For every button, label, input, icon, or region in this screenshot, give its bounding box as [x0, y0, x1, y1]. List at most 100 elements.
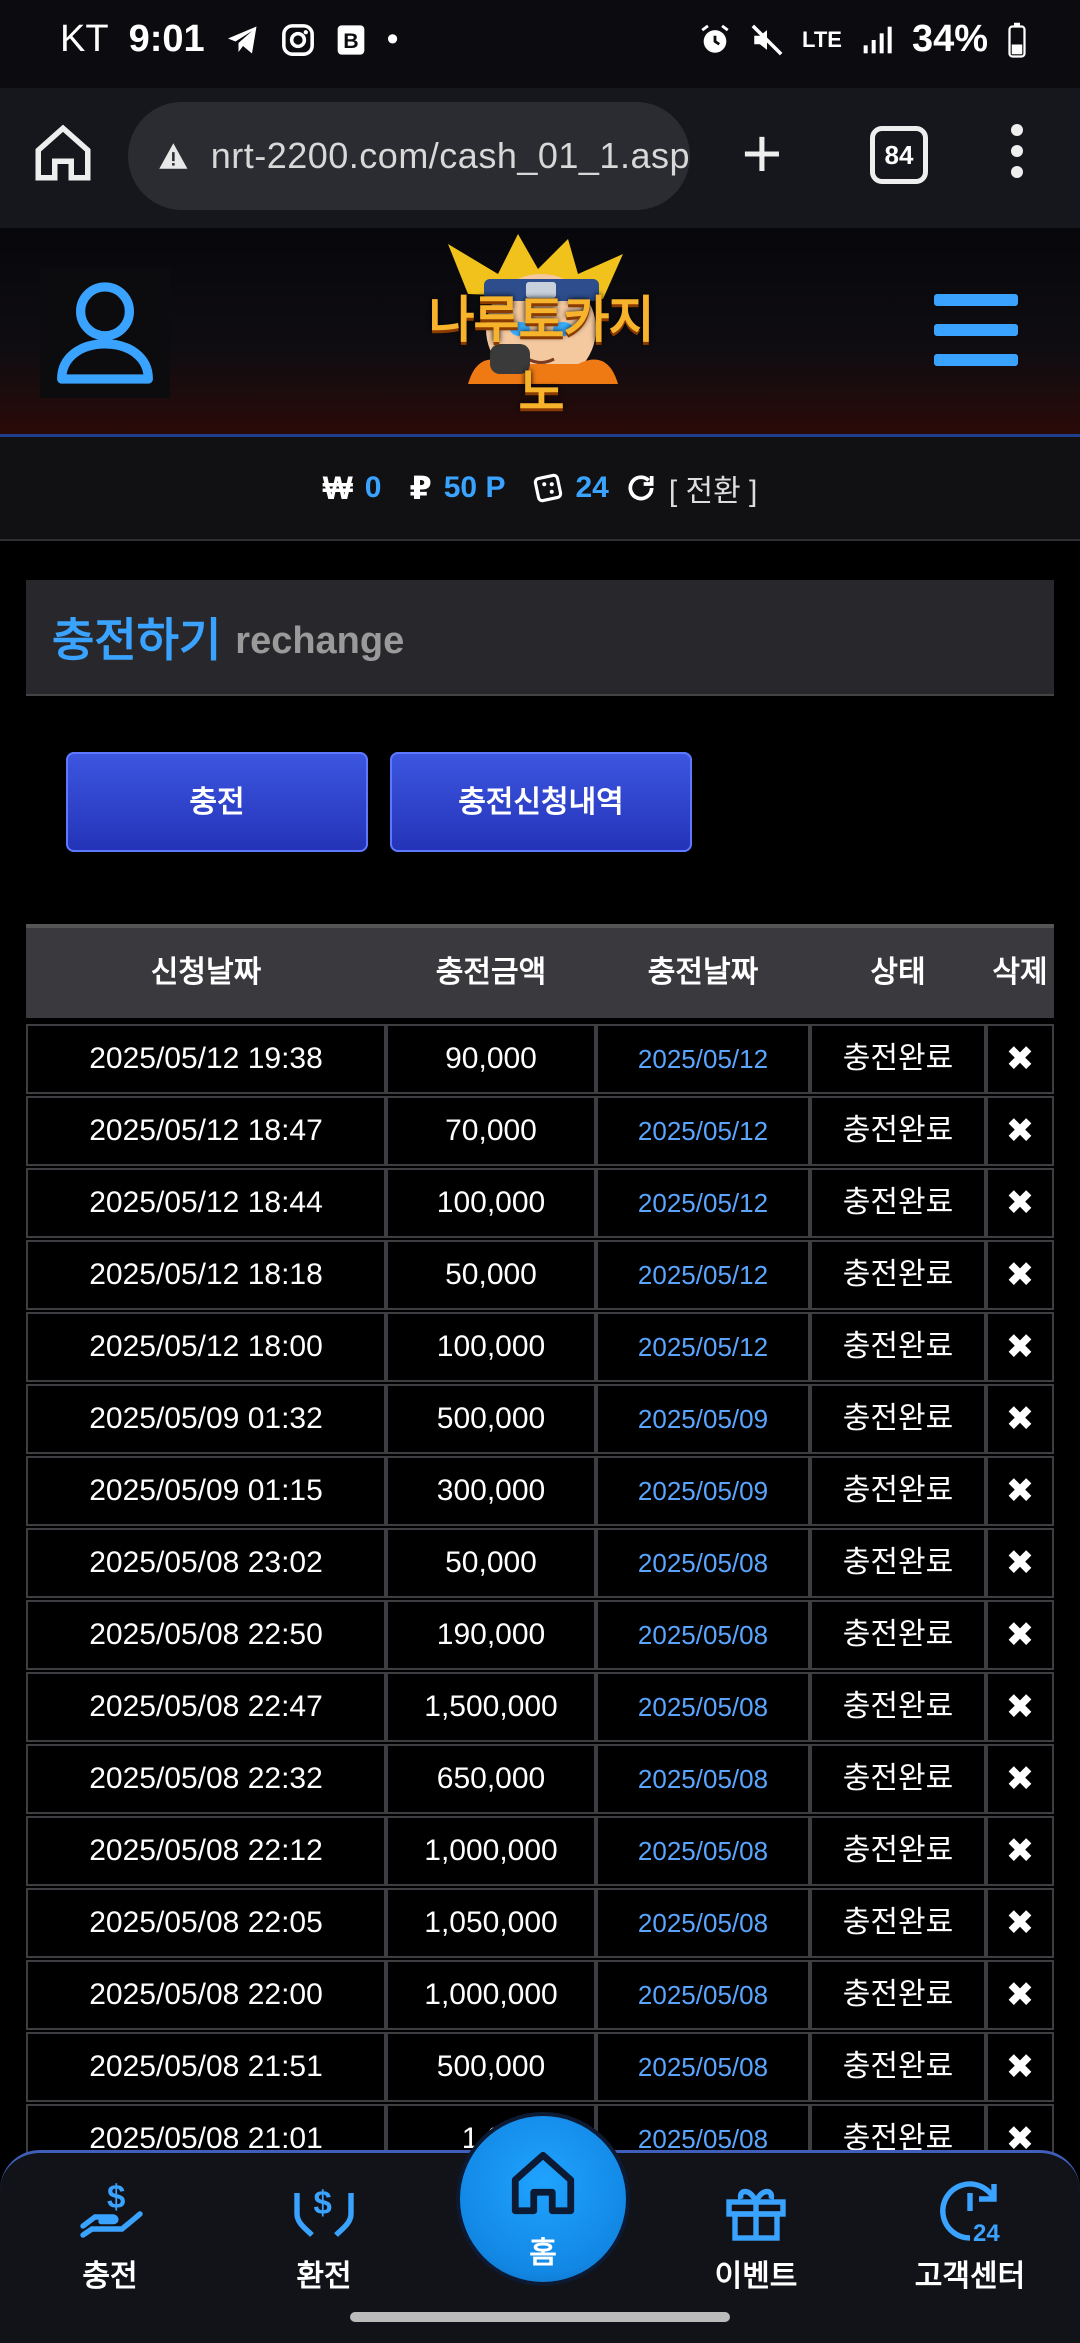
cell-requested-date: 2025/05/12 19:38 — [26, 1024, 386, 1094]
charge-history-button[interactable]: 충전신청내역 — [390, 752, 692, 852]
point-icon: ₽ — [409, 470, 432, 506]
delete-button[interactable]: ✖ — [986, 1096, 1054, 1166]
page-title: 충전하기 — [52, 614, 222, 666]
nav-charge[interactable]: $ 충전 — [30, 2165, 190, 2295]
table-row: 2025/05/08 22:32 650,000 2025/05/08 충전완료 ✖ — [26, 1744, 1054, 1814]
cell-requested-date: 2025/05/08 22:12 — [26, 1816, 386, 1886]
b-app-icon: B — [337, 24, 364, 55]
status-bar: KT 9:01 B • LTE 34% — [0, 0, 1080, 88]
coupon-count: 24 — [575, 471, 609, 504]
cell-status: 충전완료 — [810, 1312, 986, 1382]
carrier-label: KT — [60, 18, 109, 60]
more-icon[interactable] — [1002, 124, 1032, 184]
alarm-icon — [701, 24, 729, 53]
coupon-icon — [534, 473, 563, 503]
delete-button[interactable]: ✖ — [986, 1744, 1054, 1814]
cell-amount: 300,000 — [386, 1456, 596, 1526]
cell-charged-date: 2025/05/08 — [596, 2032, 810, 2102]
delete-button[interactable]: ✖ — [986, 2032, 1054, 2102]
cell-status: 충전완료 — [810, 1960, 986, 2030]
delete-button[interactable]: ✖ — [986, 1168, 1054, 1238]
hamburger-icon[interactable] — [934, 294, 1018, 366]
delete-button[interactable]: ✖ — [986, 1456, 1054, 1526]
cell-requested-date: 2025/05/08 22:47 — [26, 1672, 386, 1742]
table-row: 2025/05/12 18:44 100,000 2025/05/12 충전완료 ✖ — [26, 1168, 1054, 1238]
table-row: 2025/05/08 21:51 500,000 2025/05/08 충전완료 ✖ — [26, 2032, 1054, 2102]
cell-amount: 1,000,000 — [386, 1960, 596, 2030]
warning-icon[interactable] — [158, 133, 189, 179]
cell-charged-date: 2025/05/12 — [596, 1312, 810, 1382]
balance-bar: ₩ 0 ₽ 50 P 24 [ 전환 ] — [0, 437, 1080, 541]
switch-link[interactable]: [ 전환 ] — [669, 466, 758, 510]
cell-requested-date: 2025/05/12 18:00 — [26, 1312, 386, 1382]
delete-button[interactable]: ✖ — [986, 1312, 1054, 1382]
svg-text:$: $ — [314, 2184, 332, 2221]
browser-toolbar: nrt-2200.com/cash_01_1.asp + 84 — [0, 88, 1080, 228]
cell-charged-date: 2025/05/12 — [596, 1240, 810, 1310]
cell-requested-date: 2025/05/08 22:05 — [26, 1888, 386, 1958]
delete-button[interactable]: ✖ — [986, 1600, 1054, 1670]
svg-text:$: $ — [107, 2178, 125, 2215]
delete-button[interactable]: ✖ — [986, 1528, 1054, 1598]
cell-amount: 500,000 — [386, 2032, 596, 2102]
table-row: 2025/05/08 22:05 1,050,000 2025/05/08 충전완료 ✖ — [26, 1888, 1054, 1958]
cell-requested-date: 2025/05/08 22:32 — [26, 1744, 386, 1814]
cell-status: 충전완료 — [810, 1528, 986, 1598]
gift-icon — [726, 2188, 786, 2241]
delete-button[interactable]: ✖ — [986, 1960, 1054, 2030]
table-row: 2025/05/09 01:32 500,000 2025/05/09 충전완료 ✖ — [26, 1384, 1054, 1454]
address-bar[interactable]: nrt-2200.com/cash_01_1.asp — [128, 102, 690, 210]
nav-support[interactable]: 24 고객센터 — [890, 2165, 1050, 2295]
svg-text:B: B — [343, 29, 358, 53]
nav-exchange[interactable]: $ 환전 — [244, 2165, 404, 2295]
user-icon — [57, 282, 153, 384]
home-nav-icon — [511, 2151, 575, 2215]
cell-charged-date: 2025/05/12 — [596, 1024, 810, 1094]
cell-charged-date: 2025/05/08 — [596, 1600, 810, 1670]
signal-icon — [863, 26, 892, 53]
cell-charged-date: 2025/05/08 — [596, 1672, 810, 1742]
cell-amount: 1,500,000 — [386, 1672, 596, 1742]
nav-event[interactable]: 이벤트 — [676, 2165, 836, 2295]
cell-charged-date: 2025/05/12 — [596, 1096, 810, 1166]
delete-button[interactable]: ✖ — [986, 1384, 1054, 1454]
home-icon[interactable] — [30, 120, 96, 186]
delete-button[interactable]: ✖ — [986, 1240, 1054, 1310]
site-logo[interactable]: 나루토카지노 — [408, 234, 674, 434]
cell-requested-date: 2025/05/08 22:00 — [26, 1960, 386, 2030]
delete-button[interactable]: ✖ — [986, 1816, 1054, 1886]
charge-history-table: 신청날짜 충전금액 충전날짜 상태 삭제 2025/05/12 19:38 90,… — [26, 924, 1054, 2176]
svg-text:24: 24 — [973, 2220, 1000, 2247]
notification-dot: • — [386, 20, 399, 58]
table-row: 2025/05/09 01:15 300,000 2025/05/09 충전완료 ✖ — [26, 1456, 1054, 1526]
nav-charge-label: 충전 — [82, 2260, 138, 2293]
tabs-icon[interactable]: 84 — [870, 126, 928, 184]
delete-button[interactable]: ✖ — [986, 1672, 1054, 1742]
cell-amount: 90,000 — [386, 1024, 596, 1094]
cell-status: 충전완료 — [810, 2032, 986, 2102]
url-text[interactable]: nrt-2200.com/cash_01_1.asp — [211, 135, 690, 177]
cell-charged-date: 2025/05/08 — [596, 1960, 810, 2030]
cell-requested-date: 2025/05/09 01:15 — [26, 1456, 386, 1526]
exchange-icon: $ — [294, 2184, 354, 2237]
cell-status: 충전완료 — [810, 1384, 986, 1454]
table-row: 2025/05/08 22:47 1,500,000 2025/05/08 충전완료 ✖ — [26, 1672, 1054, 1742]
charge-button[interactable]: 충전 — [66, 752, 368, 852]
cell-status: 충전완료 — [810, 1168, 986, 1238]
cell-status: 충전완료 — [810, 1816, 986, 1886]
table-row: 2025/05/12 18:47 70,000 2025/05/12 충전완료 ✖ — [26, 1096, 1054, 1166]
refresh-icon[interactable] — [625, 472, 657, 504]
nav-home[interactable]: 홈 — [456, 2112, 630, 2286]
cell-requested-date: 2025/05/08 23:02 — [26, 1528, 386, 1598]
network-type: LTE — [802, 26, 842, 52]
cell-status: 충전완료 — [810, 1744, 986, 1814]
plus-icon[interactable]: + — [732, 118, 792, 188]
battery-icon — [1008, 22, 1026, 58]
header-delete: 삭제 — [992, 956, 1048, 989]
user-button[interactable] — [40, 268, 170, 398]
delete-button[interactable]: ✖ — [986, 1024, 1054, 1094]
cell-amount: 100,000 — [386, 1312, 596, 1382]
delete-button[interactable]: ✖ — [986, 1888, 1054, 1958]
point-balance: 50 P — [443, 471, 506, 504]
won-icon: ₩ — [322, 469, 353, 506]
